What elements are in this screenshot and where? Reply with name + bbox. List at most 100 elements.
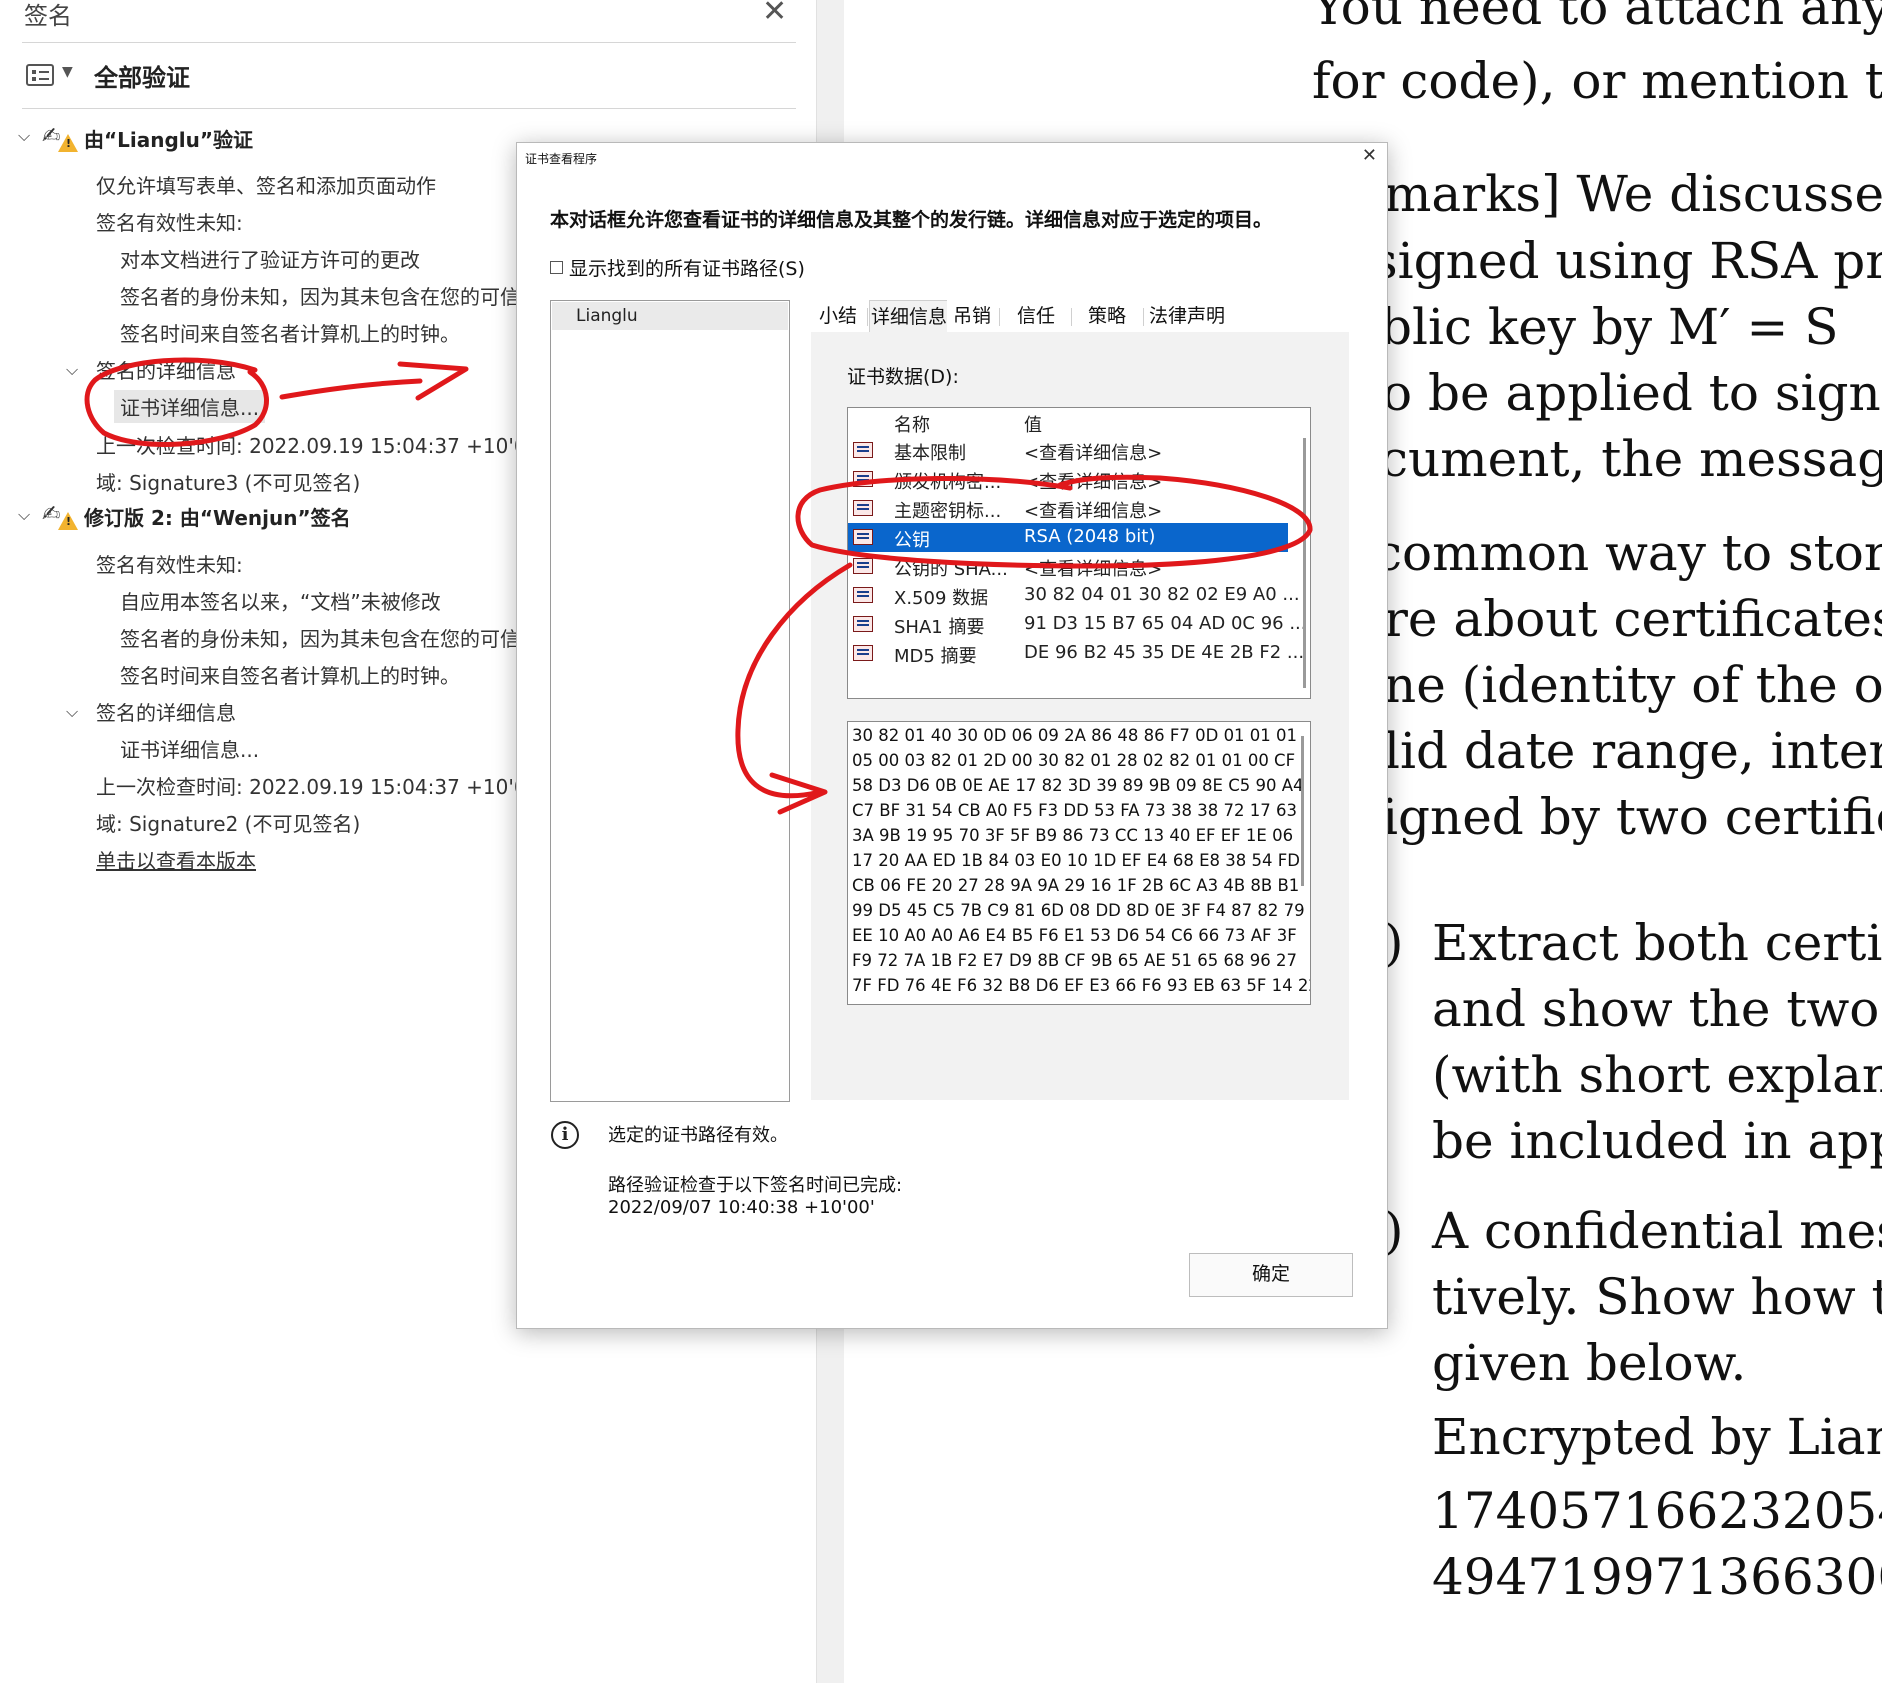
divider	[22, 108, 796, 109]
document-text: and show the two	[1432, 980, 1880, 1038]
document-text: be included in appe	[1432, 1112, 1882, 1170]
document-text: You need to attach any	[1312, 0, 1882, 36]
row-value: 91 D3 15 B7 65 04 AD 0C 96 ...	[1024, 613, 1307, 634]
table-row-selected[interactable]: 公钥 RSA (2048 bit)	[848, 523, 1288, 552]
tab-separator	[1143, 308, 1144, 326]
tab-policies[interactable]: 策略	[1073, 300, 1141, 332]
row-value: <查看详细信息>	[1024, 472, 1163, 493]
signer-warning-icon: ✍	[42, 500, 78, 530]
row-value: RSA (2048 bit)	[1024, 526, 1156, 547]
cert-details-link[interactable]: 证书详细信息...	[114, 390, 266, 423]
ok-button[interactable]: 确定	[1189, 1253, 1353, 1297]
hex-line: 58 D3 D6 0B 0E AE 17 82 3D 39 89 9B 09 8…	[852, 776, 1304, 795]
chevron-down-icon[interactable]: ⌵	[66, 702, 78, 722]
certificate-viewer-dialog: 证书查看程序 ✕ 本对话框允许您查看证书的详细信息及其整个的发行链。详细信息对应…	[516, 142, 1388, 1329]
signature-header[interactable]: 由“Lianglu”验证	[84, 124, 253, 153]
row-value: <查看详细信息>	[1024, 501, 1163, 522]
hex-line: F9 72 7A 1B F2 E7 D9 8B CF 9B 65 AE 51 6…	[852, 951, 1297, 970]
document-text: Extract both certif	[1432, 914, 1882, 972]
hex-line: EE 10 A0 A0 A6 E4 B5 F6 E1 53 D6 54 C6 6…	[852, 926, 1297, 945]
checkbox-icon[interactable]	[550, 261, 563, 274]
view-version-link[interactable]: 单击以查看本版本	[96, 845, 256, 874]
cert-field-icon	[853, 587, 873, 603]
tab-summary[interactable]: 小结	[811, 300, 865, 332]
dialog-title: 证书查看程序	[525, 152, 598, 166]
hex-line: 17 20 AA ED 1B 84 03 E0 10 1D EF E4 68 E…	[852, 851, 1300, 870]
tabs-area: 小结 详细信息 吊销 信任 策略 法律声明 证书数据(D): 名称 值 基本限制…	[811, 300, 1349, 1100]
cert-path-list[interactable]: Lianglu	[550, 300, 790, 1102]
chevron-down-icon[interactable]: ⌵	[18, 505, 30, 525]
hex-line: CB 06 FE 20 27 28 9A 9A 29 16 1F 2B 6C A…	[852, 876, 1300, 895]
document-text: A confidential mess	[1432, 1202, 1882, 1260]
checkbox-label: 显示找到的所有证书路径(S)	[569, 258, 805, 280]
hex-line: 99 D5 45 C5 7B C9 81 6D 08 DD 8D 0E 3F F…	[852, 901, 1305, 920]
last-checked: 上一次检查时间: 2022.09.19 15:04:37 +10'00'	[96, 775, 545, 799]
document-text: marks] We discussed	[1384, 165, 1882, 223]
details-header[interactable]: 签名的详细信息	[96, 355, 236, 384]
cert-details-link[interactable]: 证书详细信息...	[120, 734, 259, 763]
validate-all-button[interactable]: 全部验证	[94, 58, 190, 93]
path-check-text: 路径验证检查于以下签名时间已完成:	[608, 1175, 903, 1196]
close-icon[interactable]: ✕	[762, 0, 787, 29]
row-name: SHA1 摘要	[894, 617, 985, 638]
signature-detail: 签名时间来自签名者计算机上的时钟。	[120, 664, 460, 688]
chevron-down-icon[interactable]: ⌵	[66, 360, 78, 380]
hex-value-box[interactable]: 30 82 01 40 30 0D 06 09 2A 86 48 86 F7 0…	[847, 721, 1311, 1005]
document-text: signed using RSA pri	[1372, 232, 1882, 290]
cert-data-label: 证书数据(D):	[847, 366, 959, 388]
signature-header[interactable]: 修订版 2: 由“Wenjun”签名	[84, 502, 351, 531]
signature-field: 域: Signature2 (不可见签名)	[96, 812, 361, 836]
row-value: DE 96 B2 45 35 DE 4E 2B F2 ...	[1024, 642, 1305, 663]
table-row[interactable]: MD5 摘要 DE 96 B2 45 35 DE 4E 2B F2 ...	[848, 639, 1304, 668]
table-row[interactable]: 公钥的 SHA... <查看详细信息>	[848, 552, 1288, 581]
row-name: 公钥	[894, 530, 930, 551]
close-icon[interactable]: ✕	[1362, 145, 1377, 166]
row-name: X.509 数据	[894, 588, 989, 609]
table-row[interactable]: 基本限制 <查看详细信息>	[848, 436, 1288, 465]
scrollbar[interactable]	[1301, 736, 1304, 886]
table-row[interactable]: X.509 数据 30 82 04 01 30 82 02 E9 A0 ...	[848, 581, 1300, 610]
hex-line: C7 BF 31 54 CB A0 F5 F3 DD 53 FA 73 38 3…	[852, 801, 1297, 820]
document-text: common way to store	[1374, 524, 1882, 582]
table-row[interactable]: 主题密钥标... <查看详细信息>	[848, 494, 1288, 523]
tab-legal-notice[interactable]: 法律声明	[1145, 300, 1229, 332]
cert-field-icon	[853, 558, 873, 574]
signature-validity: 签名有效性未知:	[96, 211, 243, 235]
row-name: 颁发机构密...	[894, 472, 1002, 493]
chevron-down-icon[interactable]: ⌵	[18, 126, 30, 146]
hex-line: 3A 9B 19 95 70 3F 5F B9 86 73 CC 13 40 E…	[852, 826, 1294, 845]
signature-detail: 签名者的身份未知，因为其未包含在您的可信任	[120, 627, 540, 651]
tab-details[interactable]: 详细信息	[869, 300, 949, 333]
column-header-name[interactable]: 名称	[894, 411, 930, 437]
path-check-time: 2022/09/07 10:40:38 +10'00'	[608, 1197, 875, 1218]
table-row[interactable]: SHA1 摘要 91 D3 15 B7 65 04 AD 0C 96 ...	[848, 610, 1307, 639]
last-checked: 上一次检查时间: 2022.09.19 15:04:37 +10'00'	[96, 434, 545, 458]
cert-field-icon	[853, 471, 873, 487]
path-status: 选定的证书路径有效。	[608, 1125, 788, 1146]
list-options-icon[interactable]	[26, 64, 54, 86]
document-text: tively. Show how t	[1432, 1268, 1882, 1326]
signature-detail: 签名者的身份未知，因为其未包含在您的可信任	[120, 285, 540, 309]
chevron-down-icon[interactable]: ▼	[62, 64, 73, 80]
signature-detail: 自应用本签名以来，“文档”未被修改	[120, 590, 441, 614]
details-header[interactable]: 签名的详细信息	[96, 697, 236, 726]
cert-field-icon	[853, 442, 873, 458]
cert-path-item[interactable]: Lianglu	[552, 302, 788, 330]
row-name: MD5 摘要	[894, 646, 977, 667]
scrollbar[interactable]	[1303, 438, 1306, 688]
row-name: 公钥的 SHA...	[894, 559, 1008, 580]
signature-detail: 签名时间来自签名者计算机上的时钟。	[120, 322, 460, 346]
show-all-paths-checkbox[interactable]: 显示找到的所有证书路径(S)	[550, 254, 805, 281]
details-tab-body: 证书数据(D): 名称 值 基本限制 <查看详细信息> 颁发机构密... <查看详细…	[811, 332, 1349, 1100]
document-text: given below.	[1432, 1334, 1747, 1392]
cert-data-table[interactable]: 名称 值 基本限制 <查看详细信息> 颁发机构密... <查看详细信息> 主题密钥标…	[847, 407, 1311, 699]
tab-revocation[interactable]: 吊销	[947, 300, 997, 332]
tab-separator	[1071, 308, 1072, 326]
table-row[interactable]: 颁发机构密... <查看详细信息>	[848, 465, 1288, 494]
document-text: 174057166232054​10	[1432, 1482, 1882, 1540]
cert-field-icon	[853, 616, 873, 632]
info-icon: i	[551, 1121, 579, 1149]
tab-trust[interactable]: 信任	[1001, 300, 1071, 332]
signature-field: 域: Signature3 (不可见签名)	[96, 471, 361, 495]
column-header-value[interactable]: 值	[1024, 411, 1042, 437]
